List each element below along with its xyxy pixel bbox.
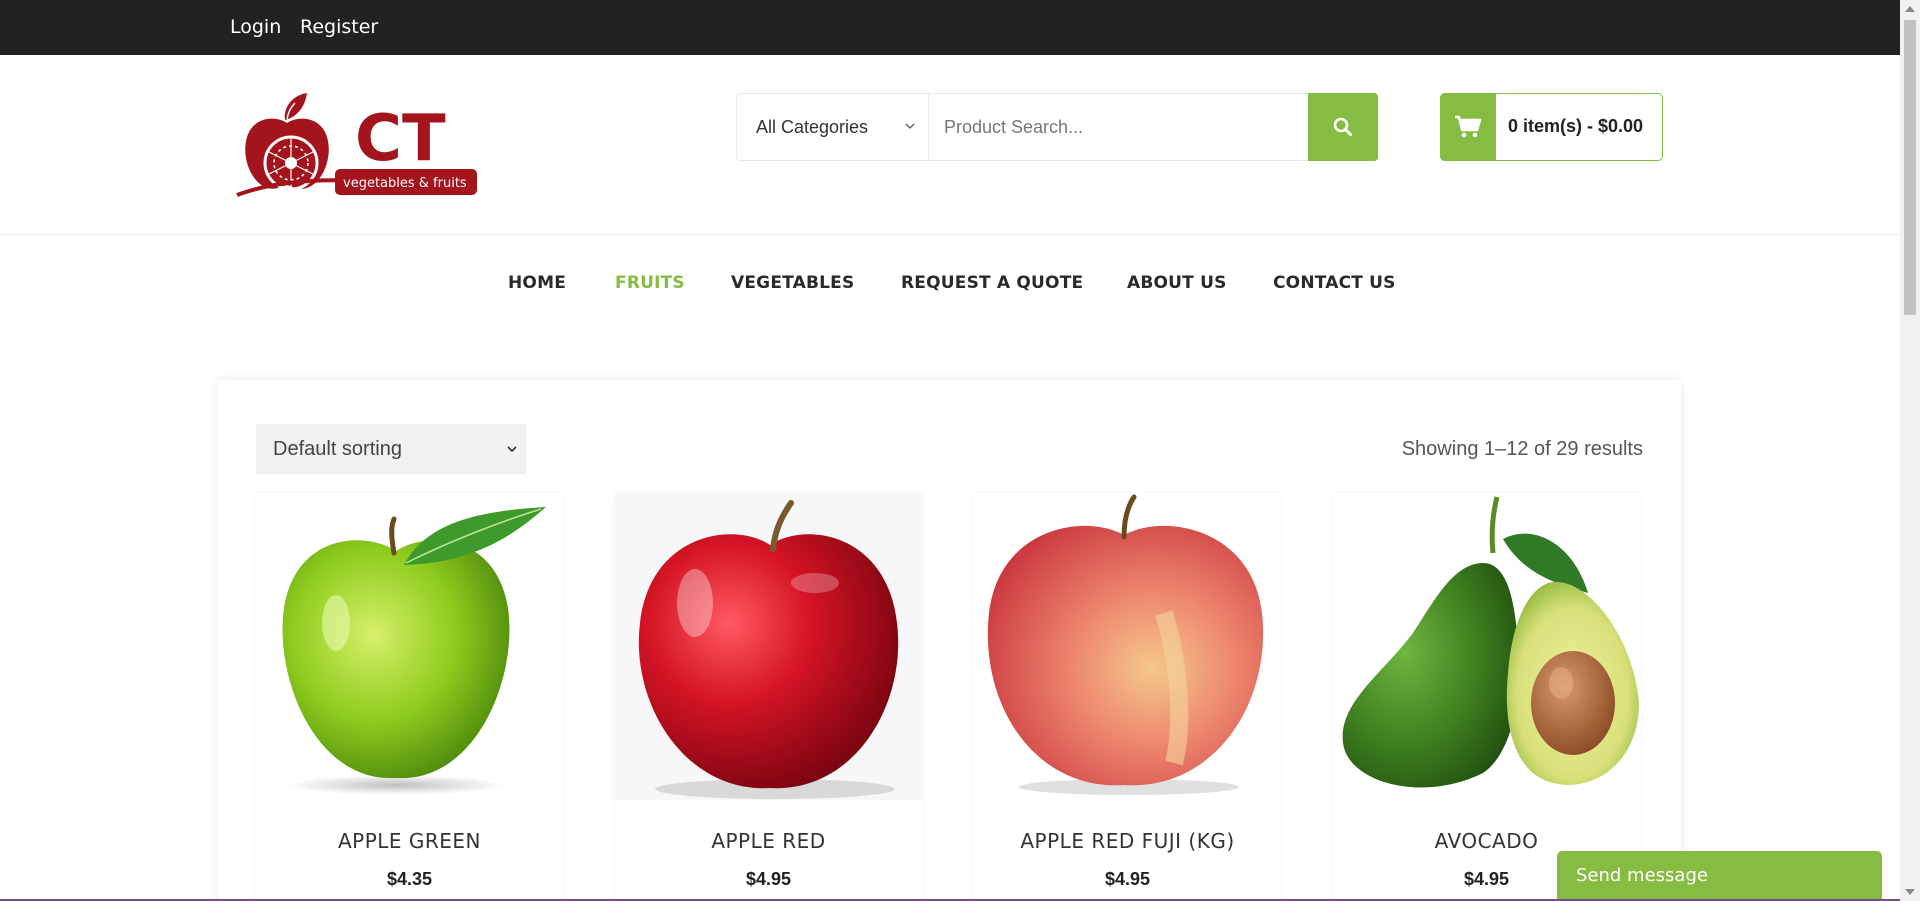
chevron-down-icon — [905, 123, 915, 129]
login-link[interactable]: Login — [230, 16, 281, 38]
product-name[interactable]: APPLE RED FUJI (KG) — [974, 829, 1281, 853]
category-select-value: All Categories — [756, 116, 869, 137]
product-image-apple-red[interactable] — [615, 493, 922, 800]
product-price: $4.95 — [745, 869, 792, 889]
product-card[interactable]: AVOCADO $4.95 — [1333, 493, 1640, 901]
sort-select-value: Default sorting — [273, 437, 402, 460]
site-logo[interactable]: CT vegetables & fruits — [235, 85, 480, 200]
top-bar: Login Register — [0, 0, 1900, 55]
cart-icon-box — [1440, 93, 1496, 161]
product-search: All Categories — [736, 93, 1378, 161]
product-name[interactable]: APPLE RED — [615, 829, 922, 853]
page-scrollbar[interactable] — [1900, 0, 1920, 901]
scroll-up-icon[interactable] — [1905, 6, 1915, 12]
cart-summary: 0 item(s) - $0.00 — [1508, 116, 1644, 136]
product-price: $4.95 — [1104, 869, 1151, 889]
product-image-apple-green[interactable] — [256, 493, 563, 800]
result-count: Showing 1–12 of 29 results — [1401, 438, 1643, 460]
search-icon — [1333, 117, 1352, 136]
nav-vegetables[interactable]: VEGETABLES — [731, 273, 854, 293]
product-image-avocado[interactable] — [1333, 493, 1640, 800]
logo-graphic: CT vegetables & fruits — [236, 93, 477, 197]
category-select[interactable]: All Categories — [737, 94, 929, 160]
chevron-down-icon — [507, 446, 517, 453]
nav-contact-us[interactable]: CONTACT US — [1273, 273, 1396, 293]
scroll-thumb[interactable] — [1904, 20, 1916, 315]
main-nav: HOME FRUITS VEGETABLES REQUEST A QUOTE A… — [0, 236, 1900, 328]
shop-content: Default sorting Showing 1–12 of 29 resul… — [218, 380, 1681, 901]
product-name[interactable]: AVOCADO — [1333, 829, 1640, 853]
search-input[interactable] — [930, 94, 1308, 160]
nav-home[interactable]: HOME — [508, 273, 566, 293]
nav-request-a-quote[interactable]: REQUEST A QUOTE — [901, 273, 1083, 293]
scroll-down-icon[interactable] — [1905, 889, 1915, 895]
product-price: $4.35 — [386, 869, 433, 889]
product-name[interactable]: APPLE GREEN — [256, 829, 563, 853]
product-card[interactable]: APPLE RED FUJI (KG) $4.95 — [974, 493, 1281, 901]
product-card[interactable]: APPLE GREEN $4.35 — [256, 493, 563, 901]
nav-about-us[interactable]: ABOUT US — [1127, 273, 1227, 293]
site-header: CT vegetables & fruits All Categories Pr… — [0, 55, 1900, 235]
svg-text:CT: CT — [355, 102, 446, 176]
search-button[interactable] — [1308, 93, 1378, 161]
register-link[interactable]: Register — [300, 16, 378, 38]
svg-text:vegetables & fruits: vegetables & fruits — [343, 176, 467, 191]
send-message-button[interactable]: Send message — [1557, 851, 1882, 901]
cart-button[interactable]: 0 item(s) - $0.00 — [1440, 93, 1663, 161]
product-card[interactable]: APPLE RED $4.95 — [615, 493, 922, 901]
cart-icon — [1455, 115, 1482, 138]
product-image-apple-red-fuji[interactable] — [974, 493, 1281, 800]
nav-fruits[interactable]: FRUITS — [615, 273, 685, 293]
sort-select[interactable]: Default sorting — [256, 424, 526, 474]
